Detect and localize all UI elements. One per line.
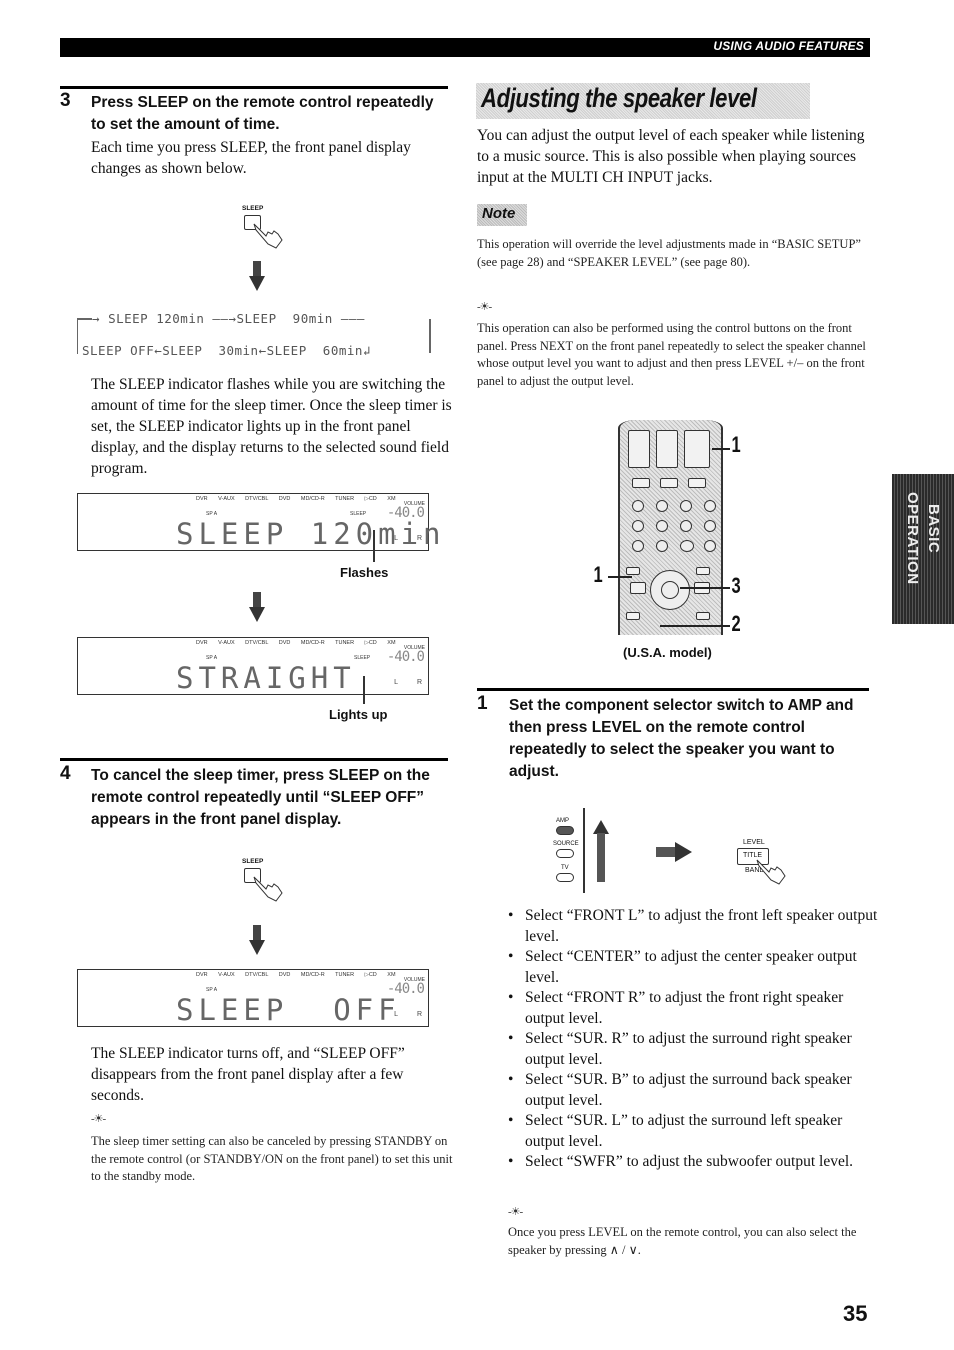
- display-text: SLEEP 120min: [176, 517, 446, 551]
- sleep-indicator-lit: SLEEP: [354, 655, 371, 661]
- sleep-button-label: SLEEP: [242, 858, 264, 865]
- right-arrow-icon: [656, 842, 692, 862]
- section-heading-box: Adjusting the speaker level: [476, 83, 810, 119]
- input-indicators: DVR V-AUX DTV/CBL DVD MD/CD-R TUNER ▷CD …: [196, 972, 396, 978]
- step1-rule: [477, 688, 869, 691]
- step4-tip: The sleep timer setting can also be canc…: [91, 1134, 453, 1183]
- tip-lightbulb-icon: -☀-: [91, 1113, 106, 1125]
- side-tab-basic-operation: BASIC OPERATION: [892, 474, 954, 624]
- volume-value: -40.0: [386, 649, 425, 665]
- step3-rule: [60, 86, 448, 89]
- amp-label: AMP: [556, 818, 570, 824]
- cycle-item: SLEEP 30min: [162, 343, 259, 358]
- r-indicator: R: [416, 679, 422, 686]
- down-arrow-icon: [249, 261, 265, 291]
- r-indicator: R: [416, 535, 422, 542]
- page-number: 35: [843, 1301, 868, 1326]
- note-label-box: Note: [477, 204, 527, 226]
- tip-lightbulb-icon: -☀-: [508, 1206, 523, 1218]
- input-indicators: DVR V-AUX DTV/CBL DVD MD/CD-R TUNER ▷CD …: [196, 640, 396, 646]
- down-arrow-icon: [249, 925, 265, 955]
- step4-heading: To cancel the sleep timer, press SLEEP o…: [91, 767, 430, 828]
- note-text: This operation will override the level a…: [477, 237, 861, 269]
- input-indicators: DVR V-AUX DTV/CBL DVD MD/CD-R TUNER ▷CD …: [196, 496, 396, 502]
- r-indicator: R: [416, 1011, 422, 1018]
- source-switch-position[interactable]: [556, 849, 574, 858]
- level-label: LEVEL: [743, 839, 765, 846]
- tip-lightbulb-icon: -☀-: [477, 301, 492, 313]
- front-panel-display-2: DVR V-AUX DTV/CBL DVD MD/CD-R TUNER ▷CD …: [77, 637, 429, 695]
- step3-paragraph: The SLEEP indicator flashes while you ar…: [91, 376, 452, 477]
- step3-body: Each time you press SLEEP, the front pan…: [91, 139, 411, 177]
- list-item: Select “SUR. R” to adjust the surround r…: [508, 1029, 878, 1070]
- callout-3: 3: [731, 573, 741, 598]
- cycle-item: SLEEP OFF: [82, 343, 155, 358]
- step3-heading: Press SLEEP on the remote control repeat…: [91, 94, 434, 133]
- pressing-hand-icon: [253, 876, 283, 902]
- cycle-row1: → SLEEP 120min ——→SLEEP 90min ———: [92, 311, 365, 326]
- list-item: Select “SUR. B” to adjust the surround b…: [508, 1070, 878, 1111]
- step1-number: 1: [477, 693, 488, 714]
- step3-number: 3: [60, 90, 71, 111]
- side-tab-line1: BASIC: [925, 504, 942, 554]
- callout-2: 2: [731, 611, 741, 636]
- list-item: Select “CENTER” to adjust the center spe…: [508, 947, 878, 988]
- section-header-bar: USING AUDIO FEATURES: [60, 38, 870, 57]
- intro-paragraph: You can adjust the output level of each …: [477, 127, 865, 186]
- up-arrow-icon: [593, 820, 609, 882]
- pressing-hand-icon: [253, 223, 283, 249]
- step1-heading: Set the component selector switch to AMP…: [509, 697, 854, 780]
- tv-switch-position[interactable]: [556, 873, 574, 882]
- tip-text-1: This operation can also be performed usi…: [477, 321, 866, 388]
- l-indicator: L: [394, 1011, 398, 1018]
- note-label: Note: [482, 205, 516, 222]
- tip-text-2: Once you press LEVEL on the remote contr…: [508, 1225, 857, 1257]
- display-text: SLEEP OFF: [176, 993, 401, 1027]
- display-text: STRAIGHT: [176, 661, 356, 695]
- front-panel-display-3: DVR V-AUX DTV/CBL DVD MD/CD-R TUNER ▷CD …: [77, 969, 429, 1027]
- tv-label: TV: [561, 865, 569, 871]
- list-item: Select “SUR. L” to adjust the surround l…: [508, 1111, 878, 1152]
- step4-number: 4: [60, 763, 71, 784]
- front-panel-display-1: DVR V-AUX DTV/CBL DVD MD/CD-R TUNER ▷CD …: [77, 493, 441, 551]
- amp-switch-position[interactable]: [556, 826, 574, 835]
- step4-rule: [60, 758, 448, 761]
- section-title: USING AUDIO FEATURES: [713, 39, 864, 53]
- sleep-button-label: SLEEP: [242, 205, 264, 212]
- cycle-row2: SLEEP OFF←SLEEP 30min←SLEEP 60min↲: [82, 343, 371, 358]
- remote-caption: (U.S.A. model): [623, 645, 712, 660]
- list-item: Select “FRONT R” to adjust the front rig…: [508, 988, 878, 1029]
- l-indicator: L: [394, 679, 398, 686]
- remote-control-illustration: [618, 420, 723, 635]
- cycle-item: SLEEP 90min: [236, 311, 333, 326]
- section-heading: Adjusting the speaker level: [481, 83, 757, 113]
- flashes-callout: Flashes: [340, 565, 389, 580]
- callout-1-top: 1: [731, 432, 741, 457]
- callout-1-left: 1: [593, 562, 603, 587]
- step4-paragraph: The SLEEP indicator turns off, and “SLEE…: [91, 1045, 405, 1104]
- speaker-selection-list: Select “FRONT L” to adjust the front lef…: [508, 906, 878, 1173]
- cycle-item: SLEEP 60min: [266, 343, 363, 358]
- source-label: SOURCE: [553, 841, 579, 847]
- side-tab-line2: OPERATION: [904, 492, 921, 585]
- cycle-loop-right: [429, 319, 431, 353]
- list-item: Select “FRONT L” to adjust the front lef…: [508, 906, 878, 947]
- down-arrow-icon: [249, 592, 265, 622]
- l-indicator: L: [394, 535, 398, 542]
- list-item: Select “SWFR” to adjust the subwoofer ou…: [508, 1152, 878, 1173]
- pressing-hand-icon: [756, 859, 786, 885]
- lights-up-callout: Lights up: [329, 707, 388, 722]
- cycle-item: SLEEP 120min: [108, 311, 205, 326]
